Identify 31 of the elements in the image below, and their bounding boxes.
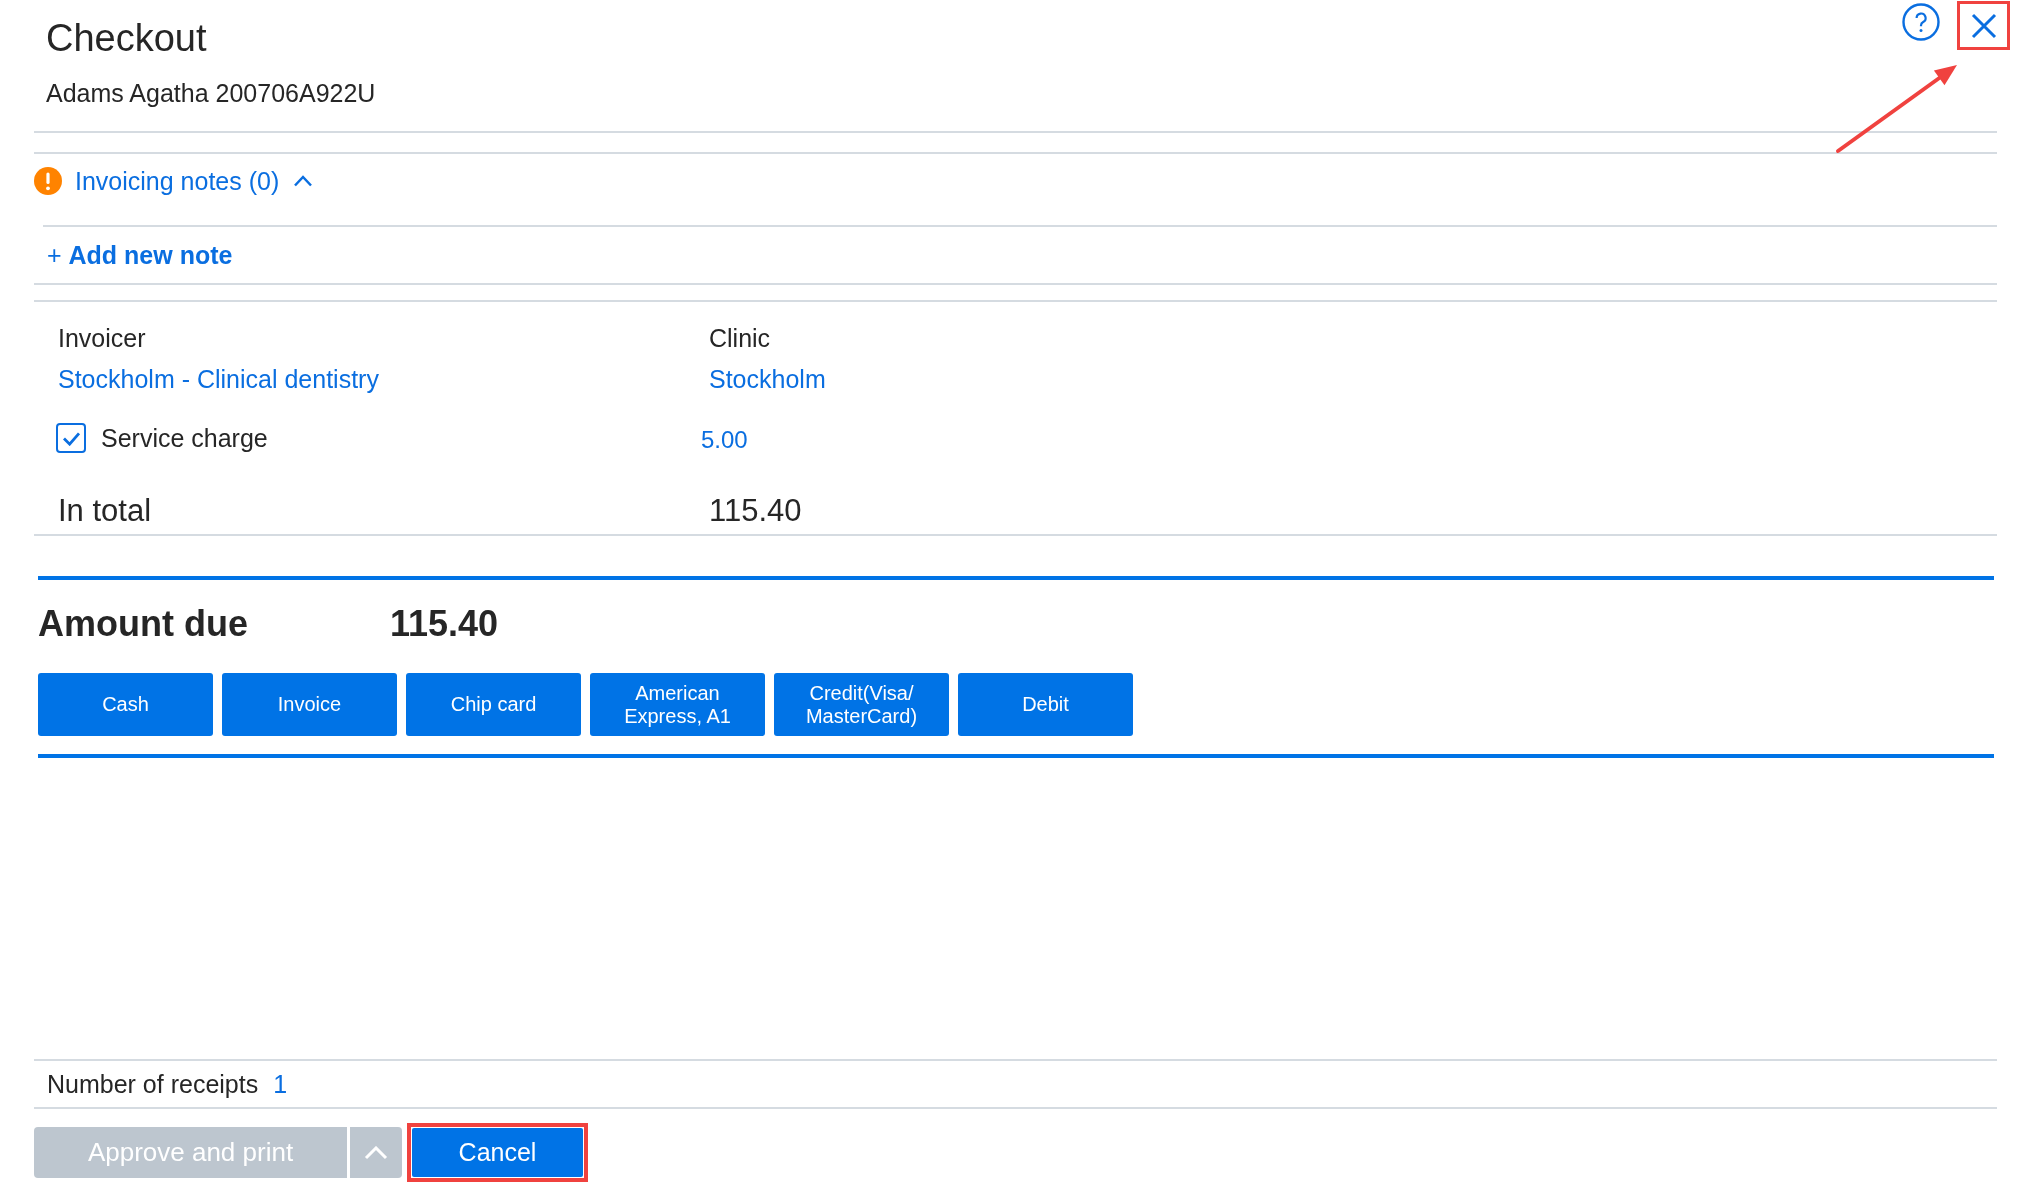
checkmark-icon [61,430,81,446]
dialog-title: Checkout [46,16,208,61]
amount-due-value: 115.40 [390,602,499,646]
patient-name: Adams Agatha 200706A922U [46,78,376,108]
amount-due-label: Amount due [38,602,249,646]
help-icon [1902,3,1940,41]
caret-up-icon [364,1145,388,1160]
total-label: In total [58,492,153,529]
field-label: Invoicer [58,323,147,353]
close-icon [1970,12,1997,39]
payment-method-button[interactable]: Chip card [406,673,581,736]
cancel-button[interactable]: Cancel [412,1128,583,1177]
payment-method-button[interactable]: Credit(Visa/MasterCard) [774,673,949,736]
invoicing-notes-toggle[interactable]: Invoicing notes (0) [75,166,314,196]
checkbox[interactable] [56,423,86,453]
payment-method-button[interactable]: Debit [958,673,1133,736]
checkbox-label: Service charge [101,423,268,453]
receipts-label: Number of receipts [47,1069,259,1099]
payment-method-button[interactable]: Invoice [222,673,397,736]
payment-method-button[interactable]: Cash [38,673,213,736]
field-label: Clinic [708,323,771,353]
service-charge-amount[interactable]: 5.00 [701,425,748,455]
receipts-count[interactable]: 1 [273,1069,288,1099]
total-value: 115.40 [708,492,802,529]
warning-icon [34,167,62,195]
clinic-link[interactable]: Stockholm [709,365,826,393]
invoicer-link[interactable]: Stockholm - Clinical dentistry [58,365,379,393]
help-button[interactable] [1902,3,1940,41]
add-note-link[interactable]: + Add new note [47,240,233,270]
payment-method-button[interactable]: American Express, A1 [590,673,765,736]
chevron-up-icon [293,175,314,187]
